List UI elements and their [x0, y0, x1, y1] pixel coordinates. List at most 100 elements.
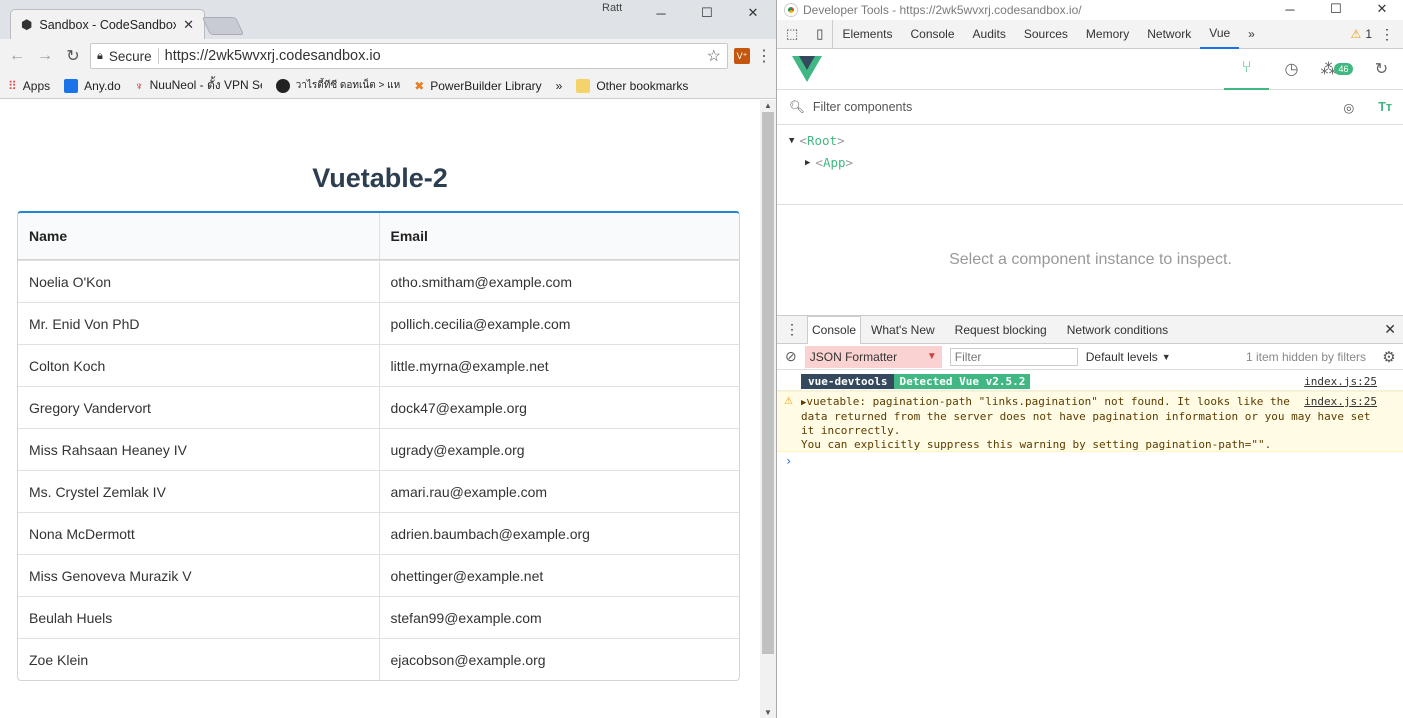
minimize-icon[interactable]: ─: [1267, 0, 1313, 22]
bookmark-varietypc[interactable]: วาไรตี้ทีซี ดอทเน็ต > แห: [275, 78, 400, 93]
window-controls: ─ ☐ ✕: [638, 0, 776, 26]
more-tabs-button[interactable]: »: [1239, 20, 1264, 49]
table-row[interactable]: Noelia O'Kon otho.smitham@example.com: [18, 260, 739, 302]
cell-email: amari.rau@example.com: [378, 471, 740, 512]
components-tree-icon[interactable]: ⑂: [1224, 49, 1269, 90]
dropdown-triangle-icon: ▼: [926, 351, 937, 362]
cell-name: Gregory Vandervort: [29, 399, 151, 416]
clear-console-icon[interactable]: ⊘: [785, 348, 797, 365]
warnings-counter[interactable]: ⚠ 1: [1351, 27, 1380, 41]
expanded-triangle-icon[interactable]: ▼: [789, 136, 794, 146]
bookmark-other[interactable]: Other bookmarks: [576, 78, 688, 93]
column-header-name[interactable]: Name: [18, 213, 379, 259]
close-window-icon[interactable]: ✕: [1359, 0, 1403, 22]
reload-icon[interactable]: ↻: [62, 46, 84, 66]
target-select-icon[interactable]: ◎: [1343, 100, 1354, 115]
table-row[interactable]: Miss Rahsaan Heaney IV ugrady@example.org: [18, 428, 739, 470]
cell-name: Miss Rahsaan Heaney IV: [29, 441, 187, 458]
drawer-tab-whats-new[interactable]: What's New: [861, 316, 945, 344]
performance-icon[interactable]: ⁂ 46: [1314, 49, 1359, 90]
forward-arrow-icon[interactable]: →: [34, 47, 56, 65]
filter-actions: ◎ Tт: [1343, 100, 1392, 115]
tab-audits[interactable]: Audits: [964, 20, 1015, 49]
address-bar[interactable]: 🔒︎ Secure https://2wk5wvxrj.codesandbox.…: [90, 43, 728, 69]
drawer-tab-console[interactable]: Console: [807, 315, 862, 344]
context-selector[interactable]: JSON Formatter ▼: [804, 345, 942, 368]
tab-console[interactable]: Console: [901, 20, 963, 49]
console-prompt[interactable]: ›: [777, 452, 1403, 470]
vue-logo-icon: [792, 56, 822, 82]
minimize-icon[interactable]: ─: [638, 0, 684, 26]
table-row[interactable]: Gregory Vandervort dock47@example.org: [18, 386, 739, 428]
console-filter-input[interactable]: Filter: [949, 347, 1078, 366]
browser-tab[interactable]: ⬢ Sandbox - CodeSandbox ✕: [10, 9, 205, 39]
devtools-menu-icon[interactable]: ⋮: [1380, 26, 1403, 43]
warning-line: You can explicitly suppress this warning…: [801, 438, 1272, 451]
device-toggle-icon[interactable]: ▯: [807, 19, 834, 49]
log-levels-dropdown[interactable]: Default levels ▼: [1086, 350, 1171, 364]
tab-elements[interactable]: Elements: [833, 20, 901, 49]
maximize-icon[interactable]: ☐: [684, 0, 730, 26]
tree-node-root[interactable]: ▼ <Root>: [789, 133, 845, 148]
table-row[interactable]: Colton Koch little.myrna@example.net: [18, 344, 739, 386]
tree-node-app[interactable]: ▶ <App>: [805, 155, 853, 170]
extension-icon[interactable]: V⁺: [734, 48, 750, 64]
devtools-window-controls: ─ ☐ ✕: [1267, 0, 1403, 22]
tab-title: Sandbox - CodeSandbox: [39, 17, 177, 32]
scroll-up-icon[interactable]: ▲: [760, 101, 776, 110]
source-link[interactable]: index.js:25: [1298, 395, 1377, 409]
close-tab-icon[interactable]: ✕: [183, 17, 194, 33]
close-drawer-icon[interactable]: ✕: [1384, 321, 1403, 338]
drawer-tab-request-blocking[interactable]: Request blocking: [945, 316, 1057, 344]
url-text[interactable]: https://2wk5wvxrj.codesandbox.io: [165, 48, 701, 64]
cell-name: Nona McDermott: [29, 525, 135, 542]
source-link[interactable]: index.js:25: [1304, 375, 1403, 388]
drawer-menu-icon[interactable]: ⋮: [777, 321, 807, 338]
console-toolbar: ⊘ JSON Formatter ▼ Filter Default levels ▼…: [777, 344, 1403, 370]
component-filter-input[interactable]: Filter components: [813, 100, 912, 114]
back-arrow-icon[interactable]: ←: [6, 47, 28, 65]
inspect-placeholder: Select a component instance to inspect.: [777, 204, 1403, 314]
bookmarks-overflow-button[interactable]: »: [556, 79, 563, 93]
table-row[interactable]: Nona McDermott adrien.baumbach@example.or…: [18, 512, 739, 554]
history-icon[interactable]: ◷: [1269, 49, 1314, 90]
close-window-icon[interactable]: ✕: [730, 0, 776, 26]
scroll-down-icon[interactable]: ▼: [760, 708, 776, 717]
text-size-icon[interactable]: Tт: [1378, 100, 1392, 115]
bookmark-apps[interactable]: ⠿ Apps: [8, 79, 50, 93]
performance-badge: 46: [1334, 63, 1353, 75]
maximize-icon[interactable]: ☐: [1313, 0, 1359, 22]
bookmark-anydo[interactable]: Any.do: [64, 78, 121, 93]
bookmark-powerbuilder[interactable]: ✖ PowerBuilder Library: [414, 79, 541, 93]
warning-icon: ⚠: [784, 396, 793, 407]
cell-email: ejacobson@example.org: [378, 639, 740, 680]
inspect-element-icon[interactable]: ⬚: [777, 20, 807, 49]
gear-icon[interactable]: ⚙: [1374, 348, 1403, 366]
drawer-tab-network-conditions[interactable]: Network conditions: [1057, 316, 1178, 344]
column-header-email[interactable]: Email: [378, 213, 740, 259]
tab-sources[interactable]: Sources: [1015, 20, 1077, 49]
browser-window: ⬢ Sandbox - CodeSandbox ✕ Ratt ─ ☐ ✕ ← →…: [0, 0, 776, 718]
browser-menu-icon[interactable]: ⋮: [756, 46, 772, 66]
table-row[interactable]: Beulah Huels stefan99@example.com: [18, 596, 739, 638]
refresh-icon[interactable]: ↻: [1359, 49, 1403, 90]
table-row[interactable]: Mr. Enid Von PhD pollich.cecilia@example.…: [18, 302, 739, 344]
secure-label: Secure: [108, 48, 152, 64]
scrollbar-thumb[interactable]: [762, 112, 774, 654]
hidden-items-note: 1 item hidden by filters: [1245, 349, 1366, 364]
codesandbox-icon: ⬢: [21, 16, 33, 32]
separator: [157, 48, 159, 64]
new-tab-button[interactable]: [201, 17, 245, 35]
tab-memory[interactable]: Memory: [1077, 20, 1138, 49]
collapsed-triangle-icon[interactable]: ▶: [805, 158, 810, 168]
table-row[interactable]: Zoe Klein ejacobson@example.org: [18, 638, 739, 680]
tab-network[interactable]: Network: [1138, 20, 1200, 49]
bookmark-nuuneol[interactable]: ♆ NuuNeol - ตั้ง VPN Se: [135, 76, 262, 95]
profile-name[interactable]: Ratt: [602, 2, 622, 14]
page-scrollbar[interactable]: ▲ ▼: [760, 100, 776, 718]
table-row[interactable]: Ms. Crystel Zemlak IV amari.rau@example.c…: [18, 470, 739, 512]
bookmark-star-icon[interactable]: ☆: [707, 46, 721, 66]
powerbuilder-icon: ✖: [414, 78, 425, 93]
table-row[interactable]: Miss Genoveva Murazik V ohettinger@exampl…: [18, 554, 739, 596]
tab-vue[interactable]: Vue: [1200, 20, 1240, 49]
